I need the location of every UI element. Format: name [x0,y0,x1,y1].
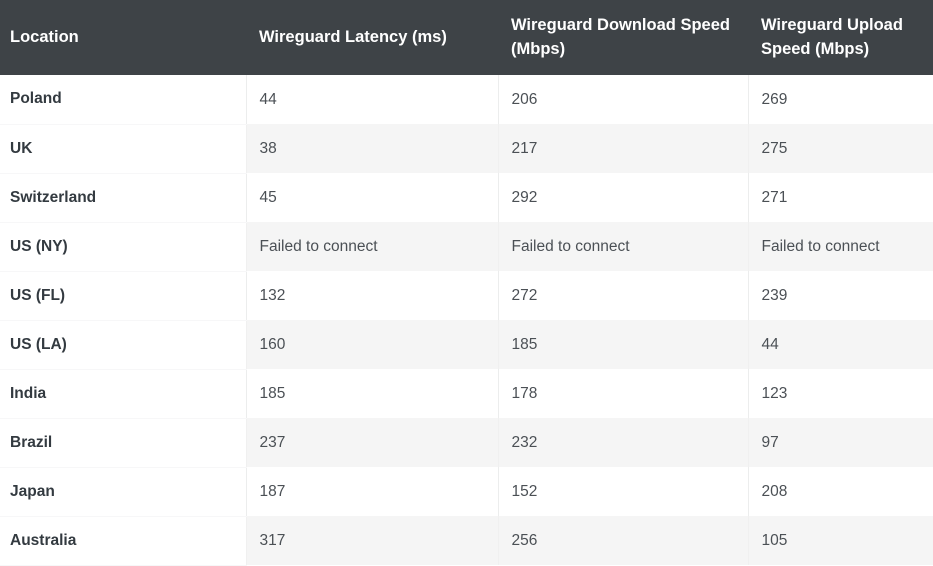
cell-location: US (NY) [0,222,246,272]
cell-latency: 187 [245,467,498,516]
cell-upload: 44 [747,320,933,369]
cell-location: India [0,369,246,419]
table-header-row: Location Wireguard Latency (ms) Wireguar… [0,0,933,75]
cell-download: 217 [497,124,748,173]
table-row: US (LA) 160 185 44 [0,320,933,370]
cell-upload: 275 [747,124,933,173]
cell-latency: 38 [245,124,498,173]
table-row: UK 38 217 275 [0,124,933,174]
cell-latency: Failed to connect [245,222,498,271]
cell-latency: 237 [245,418,498,467]
cell-location: Brazil [0,418,246,468]
cell-upload: Failed to connect [747,222,933,271]
table-row: India 185 178 123 [0,369,933,419]
column-header-location: Location [0,0,246,75]
table-header: Location Wireguard Latency (ms) Wireguar… [0,0,933,75]
cell-download: 272 [497,271,748,320]
cell-download: 152 [497,467,748,516]
cell-latency: 44 [245,75,498,124]
wireguard-benchmark-table: Location Wireguard Latency (ms) Wireguar… [0,0,933,566]
column-header-latency: Wireguard Latency (ms) [246,0,498,75]
cell-upload: 123 [747,369,933,418]
table-row: Brazil 237 232 97 [0,418,933,468]
table-row: Switzerland 45 292 271 [0,173,933,223]
cell-upload: 239 [747,271,933,320]
cell-latency: 45 [245,173,498,222]
cell-upload: 208 [747,467,933,516]
cell-download: Failed to connect [497,222,748,271]
table-row: US (FL) 132 272 239 [0,271,933,321]
column-header-upload: Wireguard Upload Speed (Mbps) [748,0,933,75]
cell-latency: 185 [245,369,498,418]
cell-latency: 132 [245,271,498,320]
table-row: Japan 187 152 208 [0,467,933,517]
cell-location: US (FL) [0,271,246,321]
cell-location: UK [0,124,246,174]
cell-upload: 271 [747,173,933,222]
cell-upload: 97 [747,418,933,467]
cell-latency: 160 [245,320,498,369]
cell-location: US (LA) [0,320,246,370]
table-row: US (NY) Failed to connect Failed to connec… [0,222,933,272]
cell-location: Poland [0,75,246,125]
table-body: Poland 44 206 269 UK 38 217 275 Switzerland 45 292… [0,75,933,566]
cell-location: Japan [0,467,246,517]
cell-download: 232 [497,418,748,467]
cell-download: 292 [497,173,748,222]
cell-location: Switzerland [0,173,246,223]
column-header-download: Wireguard Download Speed (Mbps) [498,0,748,75]
cell-download: 178 [497,369,748,418]
cell-download: 206 [497,75,748,124]
cell-upload: 269 [747,75,933,124]
table-row: Poland 44 206 269 [0,75,933,125]
cell-download: 185 [497,320,748,369]
